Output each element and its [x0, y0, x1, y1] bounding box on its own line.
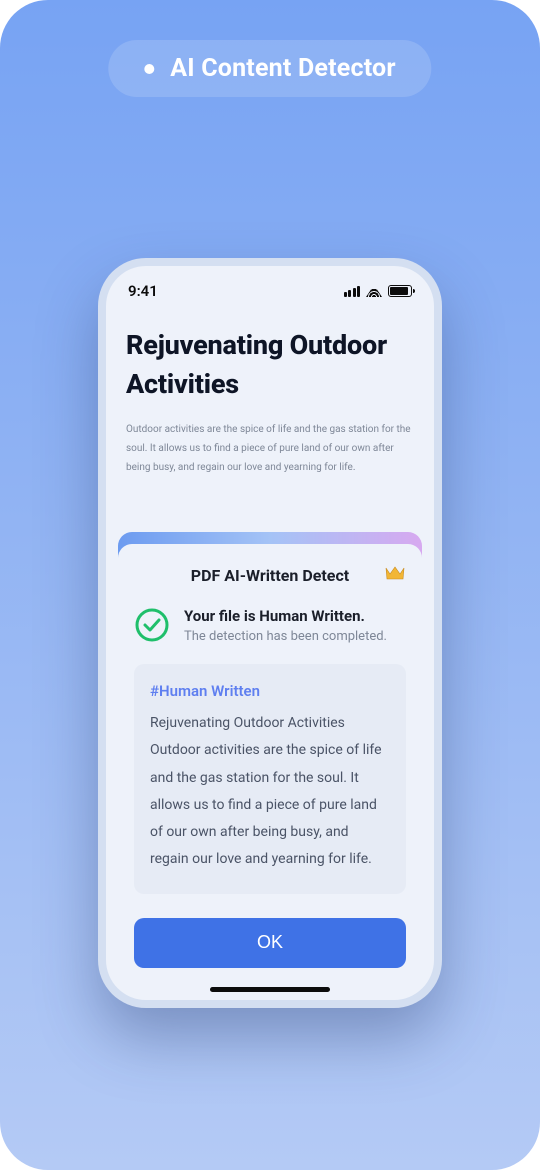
document-body: Outdoor activities are the spice of life…: [126, 420, 414, 477]
promo-canvas: AI Content Detector 9:41 Rejuvenating Ou…: [0, 0, 540, 1170]
phone-screen: 9:41 Rejuvenating Outdoor Activities Out…: [106, 266, 434, 1000]
classification-tag: #Human Written: [150, 682, 390, 700]
sheet-header: PDF AI-Written Detect: [134, 566, 406, 585]
excerpt-text: Rejuvenating Outdoor Activities Outdoor …: [150, 710, 390, 874]
wifi-icon: [366, 285, 382, 297]
home-indicator: [210, 987, 330, 992]
ok-button[interactable]: OK: [134, 918, 406, 968]
badge-dot-icon: [144, 64, 154, 74]
battery-icon: [388, 285, 412, 297]
result-subtext: The detection has been completed.: [184, 629, 387, 644]
status-icons: [344, 285, 413, 297]
result-row: Your file is Human Written. The detectio…: [134, 607, 406, 644]
result-heading: Your file is Human Written.: [184, 607, 387, 625]
crown-icon: [384, 564, 406, 586]
check-circle-icon: [134, 607, 170, 643]
detection-sheet: PDF AI-Written Detect: [118, 544, 422, 1000]
sheet-title: PDF AI-Written Detect: [191, 566, 349, 585]
document-title: Rejuvenating Outdoor Activities: [126, 326, 414, 404]
feature-badge: AI Content Detector: [108, 40, 431, 97]
result-text-block: Your file is Human Written. The detectio…: [184, 607, 387, 644]
status-time: 9:41: [128, 282, 158, 300]
feature-badge-label: AI Content Detector: [170, 54, 395, 83]
excerpt-card: #Human Written Rejuvenating Outdoor Acti…: [134, 664, 406, 894]
document-preview: Rejuvenating Outdoor Activities Outdoor …: [106, 306, 434, 477]
phone-frame: 9:41 Rejuvenating Outdoor Activities Out…: [98, 258, 442, 1008]
cellular-signal-icon: [344, 286, 361, 297]
status-bar: 9:41: [106, 266, 434, 306]
